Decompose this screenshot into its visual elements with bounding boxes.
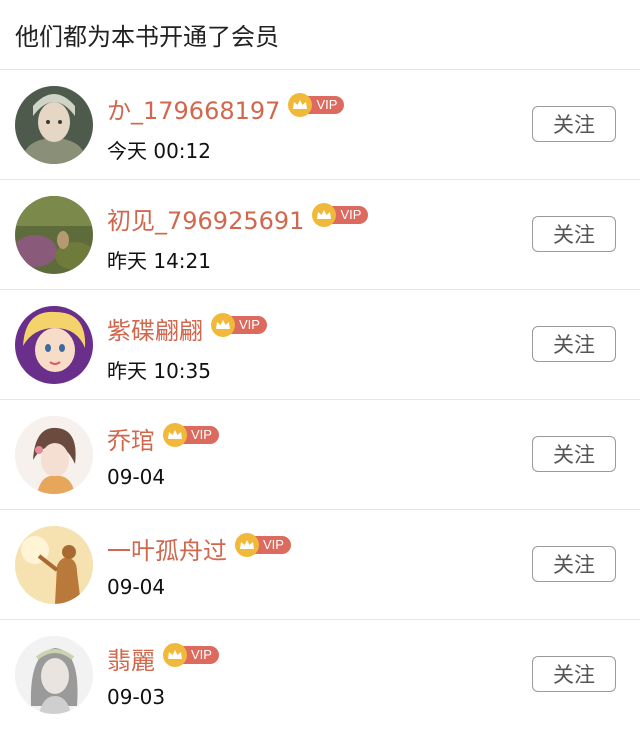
crown-icon [211, 312, 235, 337]
crown-icon [288, 92, 313, 117]
follow-button[interactable]: 关注 [532, 326, 616, 362]
list-item[interactable]: 乔琯 VIP 09-04 关注 [0, 400, 640, 510]
member-name[interactable]: 一叶孤舟过 [107, 531, 227, 566]
list-item[interactable]: 紫碟翩翩 VIP 昨天 10:35 关注 [0, 290, 640, 400]
follow-button[interactable]: 关注 [532, 436, 616, 472]
crown-icon [163, 642, 187, 667]
avatar[interactable] [15, 306, 93, 384]
sunset-silhouette-avatar-icon [15, 526, 93, 604]
illustrated-girl-avatar-icon [15, 416, 93, 494]
list-item[interactable]: 翡麗 VIP 09-03 关注 [0, 620, 640, 730]
crown-icon [235, 532, 259, 557]
name-line: 一叶孤舟过 VIP [107, 531, 291, 566]
list-item[interactable]: 一叶孤舟过 VIP 09-04 关注 [0, 510, 640, 620]
list-item[interactable]: か_179668197 VIP 今天 00:12 关注 [0, 70, 640, 180]
timestamp: 09-04 [107, 465, 166, 489]
member-name[interactable]: か_179668197 [107, 91, 280, 126]
page-title: 他们都为本书开通了会员 [15, 23, 279, 51]
member-name[interactable]: 紫碟翩翩 [107, 311, 203, 346]
list-item[interactable]: 初见_796925691 VIP 昨天 14:21 关注 [0, 180, 640, 290]
member-list: か_179668197 VIP 今天 00:12 关注 初见_796925691 [0, 70, 640, 730]
avatar[interactable] [15, 416, 93, 494]
vip-badge: VIP [211, 312, 267, 337]
vip-badge: VIP [288, 92, 345, 117]
fairy-portrait-avatar-icon [15, 86, 93, 164]
member-name[interactable]: 乔琯 [107, 421, 155, 456]
avatar[interactable] [15, 196, 93, 274]
name-line: 初见_796925691 VIP [107, 201, 369, 236]
avatar[interactable] [15, 636, 93, 714]
name-line: 紫碟翩翩 VIP [107, 311, 267, 346]
vip-badge: VIP [235, 532, 291, 557]
follow-button[interactable]: 关注 [532, 546, 616, 582]
follow-button[interactable]: 关注 [532, 216, 616, 252]
member-name[interactable]: 初见_796925691 [107, 201, 304, 236]
avatar[interactable] [15, 526, 93, 604]
timestamp: 今天 00:12 [107, 139, 211, 163]
vip-badge: VIP [312, 202, 369, 227]
avatar[interactable] [15, 86, 93, 164]
timestamp: 09-04 [107, 575, 166, 599]
name-line: 翡麗 VIP [107, 641, 219, 676]
timestamp: 09-03 [107, 685, 166, 709]
crown-icon [312, 202, 337, 227]
follow-button[interactable]: 关注 [532, 106, 616, 142]
sketch-girl-avatar-icon [15, 636, 93, 714]
page-header: 他们都为本书开通了会员 [0, 0, 640, 70]
vip-badge: VIP [163, 422, 219, 447]
name-line: か_179668197 VIP [107, 91, 345, 126]
nature-scene-avatar-icon [15, 196, 93, 274]
timestamp: 昨天 14:21 [107, 249, 211, 273]
timestamp: 昨天 10:35 [107, 359, 211, 383]
vip-badge: VIP [163, 642, 219, 667]
cartoon-girl-avatar-icon [15, 306, 93, 384]
member-name[interactable]: 翡麗 [107, 641, 155, 676]
crown-icon [163, 422, 187, 447]
follow-button[interactable]: 关注 [532, 656, 616, 692]
name-line: 乔琯 VIP [107, 421, 219, 456]
